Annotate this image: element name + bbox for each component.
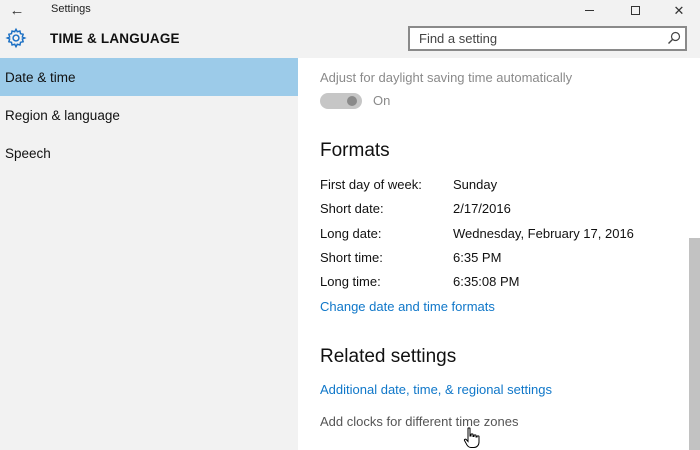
daylight-saving-label: Adjust for daylight saving time automati… bbox=[320, 70, 573, 85]
page-title: TIME & LANGUAGE bbox=[50, 31, 180, 46]
add-clocks-link[interactable]: Add clocks for different time zones bbox=[320, 414, 518, 429]
sidebar: Date & time Region & language Speech bbox=[0, 58, 298, 450]
sidebar-item-date-time[interactable]: Date & time bbox=[0, 58, 298, 96]
main-content: Adjust for daylight saving time automati… bbox=[298, 58, 700, 450]
search-input[interactable] bbox=[410, 28, 662, 49]
hand-cursor-icon bbox=[463, 427, 480, 448]
toggle-knob bbox=[347, 96, 357, 106]
search-box[interactable] bbox=[408, 26, 687, 51]
first-day-label: First day of week: bbox=[320, 177, 422, 192]
long-time-label: Long time: bbox=[320, 274, 381, 289]
related-settings-heading: Related settings bbox=[320, 346, 457, 367]
minimize-icon bbox=[584, 9, 594, 11]
sidebar-item-label: Date & time bbox=[5, 69, 76, 85]
short-date-label: Short date: bbox=[320, 201, 384, 216]
sidebar-item-label: Speech bbox=[5, 145, 51, 161]
close-icon: ✕ bbox=[673, 2, 685, 18]
formats-heading: Formats bbox=[320, 140, 390, 161]
long-time-value: 6:35:08 PM bbox=[453, 274, 520, 289]
close-button[interactable]: ✕ bbox=[656, 0, 700, 20]
additional-settings-link[interactable]: Additional date, time, & regional settin… bbox=[320, 382, 552, 397]
short-time-value: 6:35 PM bbox=[453, 250, 502, 265]
toggle-state-label: On bbox=[373, 93, 391, 108]
maximize-icon bbox=[630, 5, 640, 15]
sidebar-item-speech[interactable]: Speech bbox=[0, 134, 298, 172]
sidebar-item-region-language[interactable]: Region & language bbox=[0, 96, 298, 134]
short-date-value: 2/17/2016 bbox=[453, 201, 511, 216]
maximize-button[interactable] bbox=[612, 0, 658, 20]
change-formats-link[interactable]: Change date and time formats bbox=[320, 299, 495, 314]
back-button[interactable]: ← bbox=[0, 0, 34, 20]
short-time-label: Short time: bbox=[320, 250, 383, 265]
title-bar: ← Settings ✕ bbox=[0, 0, 700, 20]
left-arrow-icon: ← bbox=[9, 1, 25, 19]
scrollbar-thumb[interactable] bbox=[689, 238, 700, 450]
daylight-saving-toggle[interactable] bbox=[320, 93, 362, 109]
app-title: Settings bbox=[51, 3, 91, 15]
page-header: TIME & LANGUAGE bbox=[0, 20, 700, 58]
gear-icon bbox=[5, 27, 27, 49]
minimize-button[interactable] bbox=[566, 0, 612, 20]
search-icon[interactable] bbox=[667, 31, 681, 45]
settings-window: ← Settings ✕ TIME & LANGUAGE Find a sett… bbox=[0, 0, 700, 450]
sidebar-item-label: Region & language bbox=[5, 107, 120, 123]
first-day-value: Sunday bbox=[453, 177, 498, 192]
long-date-label: Long date: bbox=[320, 226, 382, 241]
long-date-value: Wednesday, February 17, 2016 bbox=[453, 226, 634, 241]
